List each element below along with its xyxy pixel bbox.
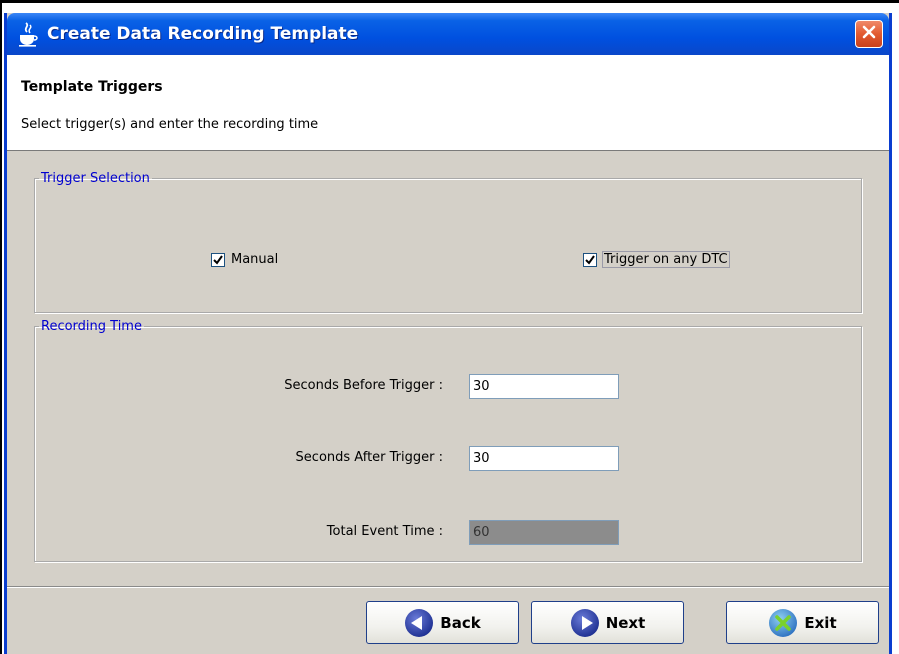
total-event-time-label: Total Event Time :: [326, 524, 443, 539]
screen-left-edge: [0, 0, 2, 654]
close-icon: [861, 24, 877, 44]
seconds-after-input[interactable]: [469, 446, 619, 471]
wizard-header: Template Triggers Select trigger(s) and …: [7, 55, 889, 151]
dialog-window: Create Data Recording Template Template …: [4, 13, 892, 654]
any-dtc-checkbox[interactable]: [583, 252, 597, 267]
total-event-time-field: [469, 520, 619, 545]
title-bar[interactable]: Create Data Recording Template: [7, 13, 889, 55]
step-instructions: Select trigger(s) and enter the recordin…: [21, 117, 319, 132]
java-icon: [17, 21, 39, 47]
any-dtc-checkbox-row[interactable]: Trigger on any DTC: [583, 251, 730, 268]
window-title: Create Data Recording Template: [47, 24, 359, 44]
exit-button[interactable]: Exit: [726, 601, 879, 644]
footer-separator: [7, 586, 889, 588]
screen-top-edge: [0, 0, 899, 3]
close-button[interactable]: [855, 20, 883, 48]
step-title: Template Triggers: [21, 79, 163, 95]
recording-time-legend: Recording Time: [41, 319, 142, 334]
arrow-right-icon: [570, 608, 600, 638]
checkmark-icon: [213, 254, 223, 265]
arrow-left-icon: [404, 608, 434, 638]
next-button[interactable]: Next: [531, 601, 684, 644]
back-button[interactable]: Back: [366, 601, 519, 644]
seconds-before-label: Seconds Before Trigger :: [284, 378, 443, 393]
manual-checkbox-label: Manual: [231, 252, 279, 267]
any-dtc-checkbox-label: Trigger on any DTC: [602, 251, 730, 268]
checkmark-icon: [585, 254, 595, 265]
back-button-label: Back: [440, 613, 481, 632]
trigger-selection-group: Trigger Selection Manual Trigger on any …: [34, 171, 862, 313]
manual-checkbox-row[interactable]: Manual: [211, 252, 278, 267]
x-icon: [768, 608, 798, 638]
trigger-selection-legend: Trigger Selection: [41, 171, 150, 186]
seconds-before-input[interactable]: [469, 374, 619, 399]
next-button-label: Next: [605, 613, 646, 632]
recording-time-group: Recording Time Seconds Before Trigger : …: [34, 319, 862, 562]
seconds-after-label: Seconds After Trigger :: [295, 450, 443, 465]
exit-button-label: Exit: [804, 613, 837, 632]
manual-checkbox[interactable]: [211, 252, 225, 267]
